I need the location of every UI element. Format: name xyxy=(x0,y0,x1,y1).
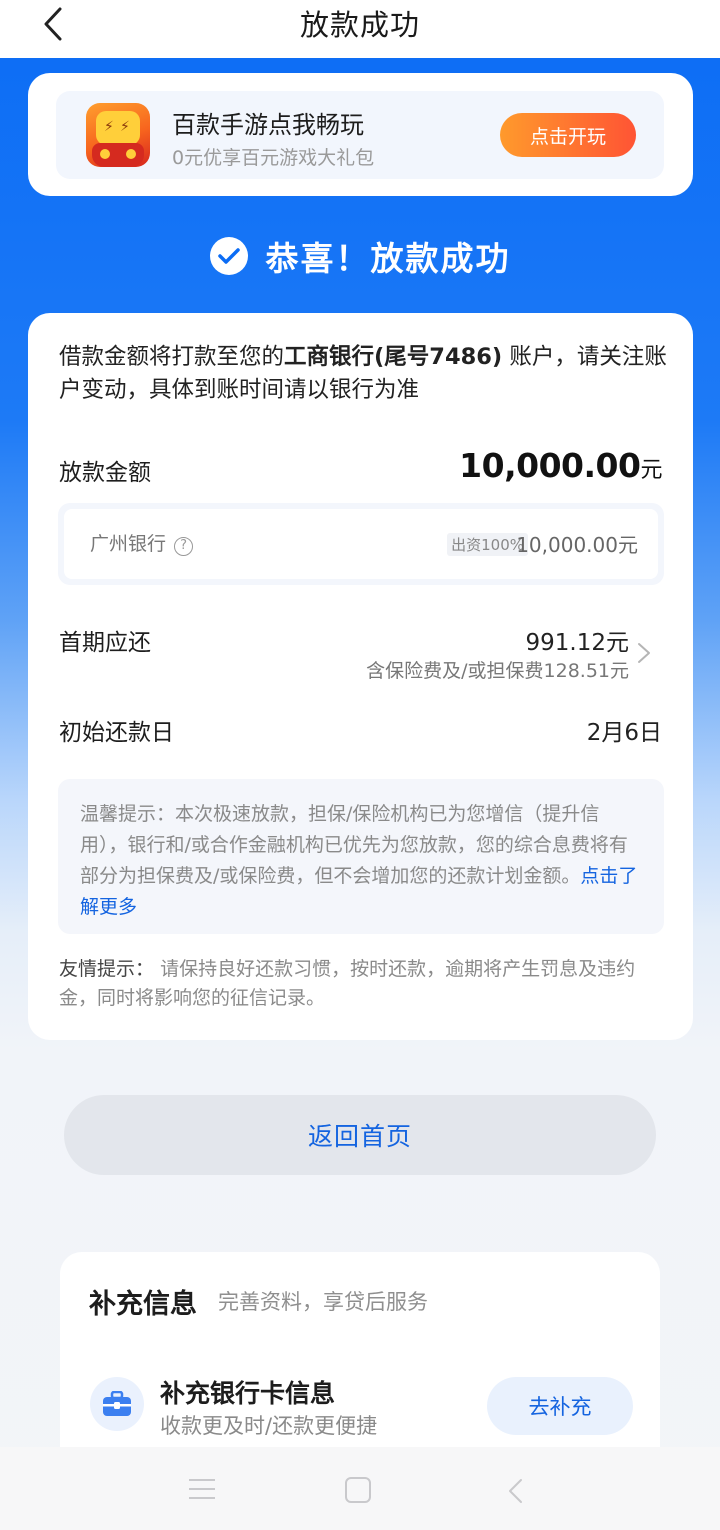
supplement-title: 补充信息 xyxy=(89,1289,197,1320)
back-icon[interactable] xyxy=(505,1477,525,1505)
chevron-right-icon[interactable] xyxy=(635,641,653,665)
home-icon[interactable] xyxy=(345,1477,371,1503)
bank-card-subtitle: 收款更及时/还款更便捷 xyxy=(160,1414,378,1438)
success-banner: 恭喜！放款成功 xyxy=(0,232,720,280)
loan-amount-value: 10,000.00 xyxy=(459,446,641,485)
supplement-subtitle: 完善资料，享贷后服务 xyxy=(218,1290,428,1314)
transfer-notice: 借款金额将打款至您的工商银行(尾号7486) 账户，请关注账户变动，具体到账时间… xyxy=(59,341,669,407)
start-date-value: 2月6日 xyxy=(586,720,662,746)
bank-account: 工商银行(尾号7486) xyxy=(284,344,503,370)
success-text: 恭喜！放款成功 xyxy=(265,239,511,278)
back-button[interactable] xyxy=(30,2,74,46)
system-nav-bar xyxy=(0,1447,720,1530)
promo-subtitle: 0元优享百元游戏大礼包 xyxy=(172,147,375,169)
lender-name: 广州银行 xyxy=(90,533,167,555)
game-gift-icon: ⚡ ⚡ xyxy=(86,103,150,167)
lender-amount: 10,000.00元 xyxy=(516,533,638,557)
bank-card-title: 补充银行卡信息 xyxy=(160,1379,336,1408)
loan-detail-card: 借款金额将打款至您的工商银行(尾号7486) 账户，请关注账户变动，具体到账时间… xyxy=(28,313,693,1040)
first-payment-label: 首期应还 xyxy=(59,630,151,656)
start-date-label: 初始还款日 xyxy=(59,720,174,746)
promo-card: ⚡ ⚡ 百款手游点我畅玩 0元优享百元游戏大礼包 点击开玩 xyxy=(28,73,693,196)
go-supplement-button[interactable]: 去补充 xyxy=(487,1377,633,1435)
help-icon[interactable]: ? xyxy=(174,537,194,556)
warm-tip-text: 温馨提示：本次极速放款，担保/保险机构已为您增信（提升信用），银行和/或合作金融… xyxy=(80,803,628,887)
menu-icon[interactable] xyxy=(189,1479,215,1501)
supplement-card: 补充信息 完善资料，享贷后服务 补充银行卡信息 收款更及时/还款更便捷 去补充 xyxy=(60,1252,660,1452)
first-payment-amount[interactable]: 991.12元 xyxy=(526,623,629,657)
notice-text: 借款金额将打款至您的 xyxy=(59,344,285,370)
check-circle-icon xyxy=(209,237,248,275)
friendly-tip: 友情提示： 请保持良好还款习惯，按时还款，逾期将产生罚息及违约金，同时将影响您的… xyxy=(59,955,669,1013)
play-now-button[interactable]: 点击开玩 xyxy=(500,113,636,157)
lender-row: 广州银行? xyxy=(90,529,194,556)
page-title: 放款成功 xyxy=(299,8,420,42)
chevron-left-icon xyxy=(44,7,62,41)
promo-title: 百款手游点我畅玩 xyxy=(172,111,364,139)
loan-amount-unit: 元 xyxy=(640,458,662,483)
briefcase-icon xyxy=(90,1377,144,1431)
loan-amount: 10,000.00元 xyxy=(459,446,662,485)
top-bar: 放款成功 xyxy=(0,0,720,58)
lender-box: 广州银行? 出资100% 10,000.00元 xyxy=(58,503,664,585)
friendly-tip-label: 友情提示： xyxy=(59,958,155,980)
warm-tip-box: 温馨提示：本次极速放款，担保/保险机构已为您增信（提升信用），银行和/或合作金融… xyxy=(58,779,664,934)
first-payment-note: 含保险费及/或担保费128.51元 xyxy=(366,660,629,682)
promo-banner[interactable]: ⚡ ⚡ 百款手游点我畅玩 0元优享百元游戏大礼包 点击开玩 xyxy=(56,91,664,179)
back-to-home-button[interactable]: 返回首页 xyxy=(64,1095,656,1175)
amount-label: 放款金额 xyxy=(59,460,151,486)
